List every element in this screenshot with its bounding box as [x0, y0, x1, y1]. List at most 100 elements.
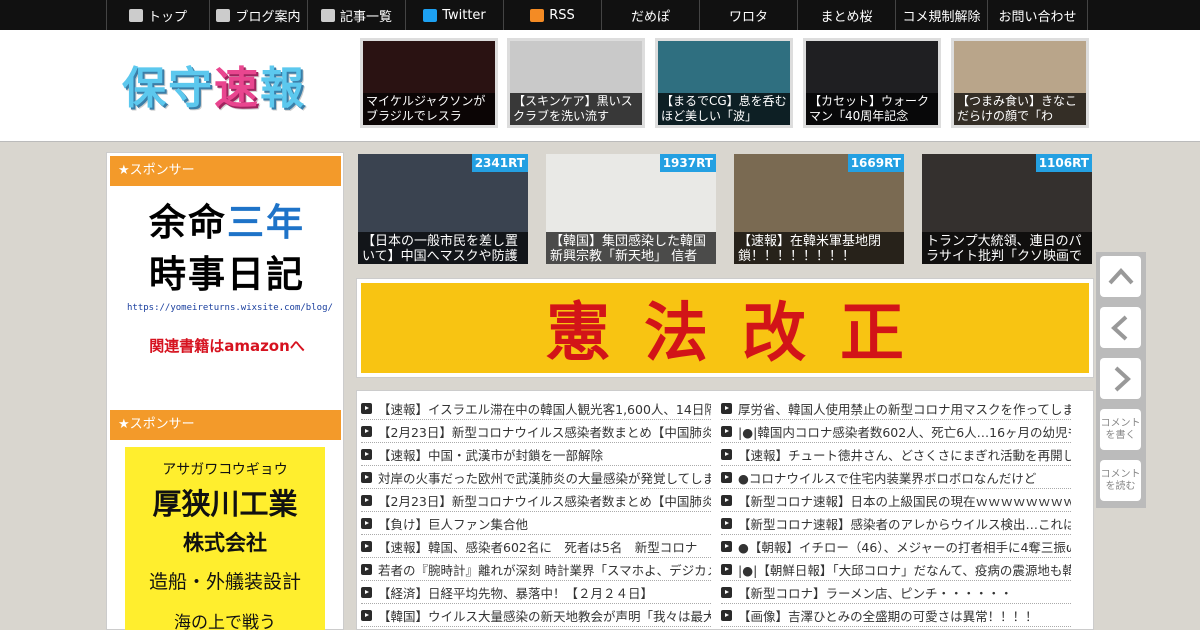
article-list: 【速報】イスラエル滞在中の韓国人観光客1,600人、14日隔離へ 【2月23日】新…	[356, 390, 1094, 630]
nav-label: RSS	[549, 7, 575, 23]
rt-count-badge: 1106RT	[1035, 154, 1092, 172]
article-link[interactable]: ●【朝報】イチロー（46）、メジャーの打者相手に4奪三振ωωω	[721, 535, 1071, 558]
article-link[interactable]: 【韓国】ウイルス大量感染の新天地教会が声明「我々は最大の	[361, 604, 711, 627]
play-bullet-icon	[361, 494, 372, 506]
nav-item-4[interactable]: RSS	[504, 0, 602, 30]
play-bullet-icon	[721, 494, 732, 506]
nav-item-3[interactable]: Twitter	[406, 0, 504, 30]
article-link[interactable]: 【新型コロナ速報】感染者のアレからウイルス検出…これはあ	[721, 512, 1071, 535]
nav-label: まとめ桜	[820, 9, 873, 25]
nav-item-7[interactable]: まとめ桜	[798, 0, 896, 30]
article-title: 【韓国】ウイルス大量感染の新天地教会が声明「我々は最大の	[378, 608, 711, 624]
header-thumb-3[interactable]: 【カセット】ウォークマン「40周年記念	[803, 38, 941, 128]
article-link[interactable]: 【速報】イスラエル滞在中の韓国人観光客1,600人、14日隔離へ	[361, 397, 711, 420]
play-bullet-icon	[721, 448, 732, 460]
header-thumb-2[interactable]: 【まるでCG】息を呑むほど美しい「波」	[655, 38, 793, 128]
header-thumb-0[interactable]: マイケルジャクソンがブラジルでレスラ	[360, 38, 498, 128]
article-title: ●コロナウイルスで住宅内装業界ボロボロなんだけど	[738, 470, 1037, 486]
article-link[interactable]: 【速報】韓国、感染者602名に 死者は5名 新型コロナ	[361, 535, 711, 558]
article-link[interactable]: 【速報】中国・武漢市が封鎖を一部解除	[361, 443, 711, 466]
thumb-caption: マイケルジャクソンがブラジルでレスラ	[363, 93, 495, 125]
rt-card-3[interactable]: 1106RT トランプ大統領、連日のパラサイト批判「クソ映画で	[922, 154, 1092, 264]
article-title: 【新型コロナ】ラーメン店、ピンチ・・・・・・	[738, 585, 1013, 601]
play-bullet-icon	[361, 586, 372, 598]
article-link[interactable]: 【経済】日経平均先物、暴落中！【２月２４日】	[361, 581, 711, 604]
article-link[interactable]: 【画像】吉澤ひとみの全盛期の可愛さは異常！！！！	[721, 604, 1071, 627]
article-title: 【速報】チュート徳井さん、どさくさにまぎれ活動を再開して	[738, 447, 1071, 463]
twitter-icon	[423, 8, 438, 22]
nav-label: ワロタ	[728, 9, 768, 25]
scroll-top-button[interactable]	[1100, 256, 1141, 297]
nav-label: 記事一覧	[339, 9, 392, 25]
nav-label: トップ	[147, 9, 187, 25]
play-bullet-icon	[721, 586, 732, 598]
ad-slogan: 海の上で戦う	[174, 613, 276, 630]
nav-label: だめぽ	[630, 9, 670, 25]
nav-item-5[interactable]: だめぽ	[602, 0, 700, 30]
rt-caption: 【日本の一般市民を差し置いて】中国へマスクや防護	[358, 232, 528, 264]
article-title: 【2月23日】新型コロナウイルス感染者数まとめ【中国肺炎】	[378, 493, 711, 509]
article-title: 【2月23日】新型コロナウイルス感染者数まとめ【中国肺炎】	[378, 424, 711, 440]
play-bullet-icon	[721, 425, 732, 437]
article-link[interactable]: 厚労省、韓国人使用禁止の新型コロナ用マスクを作ってしまう	[721, 397, 1071, 420]
chevron-left-icon	[1110, 315, 1127, 340]
header-thumb-4[interactable]: 【つまみ食い】きなこだらけの顔で「わ	[951, 38, 1089, 128]
rt-card-0[interactable]: 2341RT 【日本の一般市民を差し置いて】中国へマスクや防護	[358, 154, 528, 264]
article-title: 【経済】日経平均先物、暴落中！【２月２４日】	[378, 585, 654, 601]
header-thumb-1[interactable]: 【スキンケア】黒いスクラブを洗い流す	[507, 38, 645, 128]
write-comment-button[interactable]: コメントを書く	[1100, 409, 1141, 450]
left-sidebar: ★スポンサー 余命三年 時事日記 https://yomeireturns.wi…	[106, 152, 344, 630]
article-title: 対岸の火事だった欧州で武漢肺炎の大量感染が発覚してしまう	[378, 470, 711, 486]
prev-button[interactable]	[1100, 307, 1141, 348]
article-title: 厚労省、韓国人使用禁止の新型コロナ用マスクを作ってしまう	[738, 401, 1071, 417]
sponsor-ad-yomei[interactable]: 余命三年 時事日記 https://yomeireturns.wixsite.c…	[127, 197, 333, 377]
top-navigation: トップ ブログ案内 記事一覧 Twitter RSS だめぽ ワロタ まとめ桜 コメ規制解除 お問…	[0, 0, 1200, 30]
read-comment-button[interactable]: コメントを読む	[1100, 460, 1141, 501]
ad-amazon-link[interactable]: 関連書籍はamazonへ	[127, 335, 327, 356]
article-link[interactable]: 【負け】巨人ファン集合他	[361, 512, 711, 535]
article-title: 【画像】吉澤ひとみの全盛期の可愛さは異常！！！！	[738, 608, 1038, 624]
ad-corp-type: 株式会社	[183, 531, 267, 555]
nav-item-8[interactable]: コメ規制解除	[896, 0, 988, 30]
article-link[interactable]: 【新型コロナ】ラーメン店、ピンチ・・・・・・	[721, 581, 1071, 604]
thumb-caption: 【スキンケア】黒いスクラブを洗い流す	[510, 93, 642, 125]
nav-item-6[interactable]: ワロタ	[700, 0, 798, 30]
kenpo-banner-text: 憲法改正	[361, 283, 1089, 373]
nav-bar: トップ ブログ案内 記事一覧 Twitter RSS だめぽ ワロタ まとめ桜 コメ規制解除 お問…	[106, 0, 1095, 30]
article-title: 若者の『腕時計』離れが深刻 時計業界「スマホよ、デジカメに	[378, 562, 711, 578]
article-link[interactable]: 対岸の火事だった欧州で武漢肺炎の大量感染が発覚してしまう	[361, 466, 711, 489]
nav-item-9[interactable]: お問い合わせ	[988, 0, 1088, 30]
rt-caption: 【韓国】集団感染した韓国新興宗教「新天地」 信者	[546, 232, 716, 264]
next-button[interactable]	[1100, 358, 1141, 399]
nav-item-1[interactable]: ブログ案内	[210, 0, 308, 30]
nav-item-2[interactable]: 記事一覧	[308, 0, 406, 30]
article-title: 【負け】巨人ファン集合他	[378, 516, 529, 532]
kenpo-banner[interactable]: 憲法改正	[356, 278, 1094, 378]
nav-item-0[interactable]: トップ	[107, 0, 210, 30]
article-link[interactable]: |●|韓国内コロナ感染者数602人、死亡6人…16ヶ月の幼児も感染	[721, 420, 1071, 443]
play-bullet-icon	[721, 563, 732, 575]
play-bullet-icon	[721, 471, 732, 483]
play-bullet-icon	[361, 540, 372, 552]
rt-card-1[interactable]: 1937RT 【韓国】集団感染した韓国新興宗教「新天地」 信者	[546, 154, 716, 264]
article-link[interactable]: 【新型コロナ速報】日本の上級国民の現在ｗｗｗｗｗｗｗｗｗ	[721, 489, 1071, 512]
logo-text: 保守	[122, 63, 214, 114]
play-bullet-icon	[361, 517, 372, 529]
article-link[interactable]: 【速報】チュート徳井さん、どさくさにまぎれ活動を再開して	[721, 443, 1071, 466]
article-link[interactable]: 若者の『腕時計』離れが深刻 時計業界「スマホよ、デジカメに	[361, 558, 711, 581]
article-link[interactable]: |●|【朝鮮日報】「大邱コロナ」だなんて、疫病の震源地も韓国	[721, 558, 1071, 581]
article-title: 【速報】韓国、感染者602名に 死者は5名 新型コロナ	[378, 539, 698, 555]
rt-card-2[interactable]: 1669RT 【速報】在韓米軍基地閉鎖！！！！！！！！	[734, 154, 904, 264]
sponsor-title: ★スポンサー	[110, 156, 341, 186]
article-link[interactable]: 【2月23日】新型コロナウイルス感染者数まとめ【中国肺炎】	[361, 489, 711, 512]
article-title: 【速報】中国・武漢市が封鎖を一部解除	[378, 447, 604, 463]
article-title: 【速報】イスラエル滞在中の韓国人観光客1,600人、14日隔離へ	[378, 401, 711, 417]
article-title: ●【朝報】イチロー（46）、メジャーの打者相手に4奪三振ωωω	[738, 539, 1071, 555]
thumb-caption: 【カセット】ウォークマン「40周年記念	[806, 93, 938, 125]
home-icon	[128, 8, 143, 22]
article-link[interactable]: 【2月23日】新型コロナウイルス感染者数まとめ【中国肺炎】	[361, 420, 711, 443]
sponsor-ad-asagawa[interactable]: アサガワコウギョウ 厚狭川工業 株式会社 造船・外艤装設計 海の上で戦う	[125, 447, 325, 630]
site-logo[interactable]: 保守速報	[122, 52, 306, 116]
article-link[interactable]: ●コロナウイルスで住宅内装業界ボロボロなんだけど	[721, 466, 1071, 489]
ad-url[interactable]: https://yomeireturns.wixsite.com/blog/	[127, 303, 333, 313]
